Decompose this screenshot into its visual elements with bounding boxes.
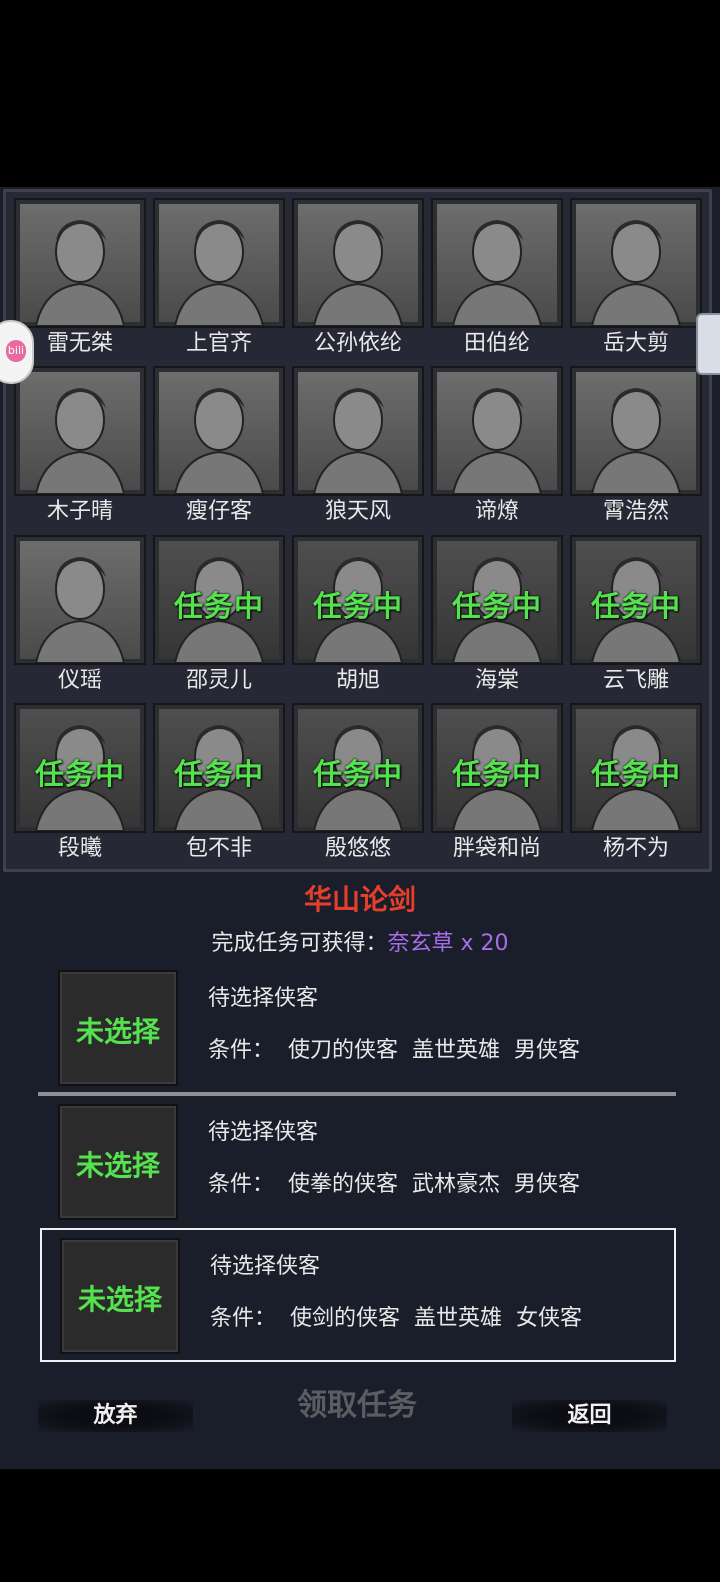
- hero-slot-1[interactable]: 未选择 待选择侠客 条件： 使刀的侠客 盖世英雄 男侠客: [40, 962, 676, 1096]
- hero-card[interactable]: 任务中 段曦: [14, 703, 150, 869]
- accept-label: 领取任务: [297, 1388, 417, 1423]
- hero-name: 段曦: [57, 836, 102, 861]
- hero-portrait: [292, 366, 424, 496]
- hero-name: 包不非: [185, 836, 252, 861]
- slot-conditions: 条件： 使拳的侠客 武林豪杰 男侠客: [208, 1172, 580, 1197]
- hero-portrait: 任务中: [431, 535, 563, 665]
- hero-name: 殷悠悠: [324, 836, 391, 861]
- slot-portrait-box[interactable]: 未选择: [58, 970, 178, 1086]
- task-title: 华山论剑: [303, 883, 416, 916]
- slot-portrait-box[interactable]: 未选择: [60, 1238, 180, 1354]
- reward-item: 奈玄草: [387, 931, 454, 956]
- slot-conditions: 条件： 使剑的侠客 盖世英雄 女侠客: [210, 1306, 582, 1331]
- hero-name: 木子晴: [46, 499, 113, 524]
- hero-portrait: 任务中: [153, 703, 285, 833]
- hero-card[interactable]: 任务中 杨不为: [570, 703, 706, 869]
- hero-card[interactable]: 上官齐: [153, 198, 289, 364]
- hero-card[interactable]: 任务中 海棠: [431, 535, 567, 701]
- hero-card[interactable]: 任务中 邵灵儿: [153, 535, 289, 701]
- hero-portrait: 任务中: [153, 535, 285, 665]
- abandon-button[interactable]: 放弃: [38, 1392, 193, 1438]
- hero-card[interactable]: 公孙依纶: [292, 198, 428, 364]
- hero-card[interactable]: 雷无桀: [14, 198, 150, 364]
- hero-name: 霄浩然: [602, 499, 669, 524]
- slot-portrait-box[interactable]: 未选择: [58, 1104, 178, 1220]
- hero-portrait: [570, 198, 702, 328]
- hero-name: 邵灵儿: [185, 668, 252, 693]
- hero-card[interactable]: 狼天风: [292, 366, 428, 532]
- hero-portrait: 任务中: [570, 703, 702, 833]
- hero-portrait: 任务中: [292, 703, 424, 833]
- hero-name: 仪瑶: [57, 668, 102, 693]
- hero-portrait: 任务中: [570, 535, 702, 665]
- side-tab-icon[interactable]: [696, 313, 720, 375]
- hero-card[interactable]: 木子晴: [14, 366, 150, 532]
- hero-card[interactable]: 岳大剪: [570, 198, 706, 364]
- busy-status-label: 任务中: [312, 757, 403, 791]
- hero-name: 云飞雕: [602, 668, 669, 693]
- hero-card[interactable]: 谛燎: [431, 366, 567, 532]
- slot-state: 未选择: [75, 1015, 160, 1048]
- hero-name: 公孙依纶: [313, 331, 402, 356]
- hero-name: 海棠: [474, 668, 519, 693]
- busy-status-label: 任务中: [451, 589, 542, 623]
- hero-name: 胖袋和尚: [452, 836, 541, 861]
- hero-card[interactable]: 任务中 云飞雕: [570, 535, 706, 701]
- busy-status-label: 任务中: [590, 757, 681, 791]
- hero-card[interactable]: 任务中 殷悠悠: [292, 703, 428, 869]
- hero-portrait: [153, 198, 285, 328]
- hero-card[interactable]: 任务中 胖袋和尚: [431, 703, 567, 869]
- busy-status-label: 任务中: [173, 589, 264, 623]
- hero-portrait: [431, 366, 563, 496]
- busy-status-label: 任务中: [451, 757, 542, 791]
- hero-portrait: [153, 366, 285, 496]
- task-reward: 完成任务可获得：奈玄草 x 20: [0, 925, 720, 957]
- hero-card[interactable]: 任务中 胡旭: [292, 535, 428, 701]
- slot-state: 未选择: [77, 1283, 162, 1316]
- hero-portrait: 任务中: [292, 535, 424, 665]
- back-label: 返回: [567, 1402, 612, 1428]
- slot-conditions: 条件： 使刀的侠客 盖世英雄 男侠客: [208, 1038, 580, 1063]
- hero-portrait: [14, 535, 146, 665]
- hero-name: 谛燎: [474, 499, 519, 524]
- hero-card[interactable]: 田伯纶: [431, 198, 567, 364]
- hero-portrait: 任务中: [431, 703, 563, 833]
- hero-name: 狼天风: [324, 499, 391, 524]
- hero-card[interactable]: 霄浩然: [570, 366, 706, 532]
- busy-status-label: 任务中: [312, 589, 403, 623]
- slot-title: 待选择侠客: [208, 1120, 319, 1145]
- hero-name: 岳大剪: [602, 331, 669, 356]
- hero-portrait: 任务中: [14, 703, 146, 833]
- slot-title: 待选择侠客: [210, 1254, 321, 1279]
- hero-name: 胡旭: [335, 668, 380, 693]
- reward-prefix: 完成任务可获得：: [211, 931, 388, 956]
- slot-title: 待选择侠客: [208, 986, 319, 1011]
- bilibili-badge-text: bili: [6, 340, 26, 362]
- back-button[interactable]: 返回: [512, 1392, 667, 1438]
- busy-status-label: 任务中: [590, 589, 681, 623]
- slot-state: 未选择: [75, 1149, 160, 1182]
- accept-task-button[interactable]: 领取任务: [232, 1383, 482, 1429]
- hero-slot-2[interactable]: 未选择 待选择侠客 条件： 使拳的侠客 武林豪杰 男侠客: [40, 1096, 676, 1230]
- hero-portrait: [570, 366, 702, 496]
- hero-portrait: [292, 198, 424, 328]
- reward-qty: x 20: [453, 931, 509, 956]
- hero-portrait: [431, 198, 563, 328]
- hero-card[interactable]: 仪瑶: [14, 535, 150, 701]
- hero-name: 瘦仔客: [185, 499, 252, 524]
- hero-portrait: [14, 366, 146, 496]
- hero-name: 上官齐: [185, 331, 252, 356]
- hero-portrait: [14, 198, 146, 328]
- hero-card[interactable]: 任务中 包不非: [153, 703, 289, 869]
- busy-status-label: 任务中: [173, 757, 264, 791]
- busy-status-label: 任务中: [34, 757, 125, 791]
- bilibili-float-icon[interactable]: bili: [0, 320, 34, 384]
- hero-card[interactable]: 瘦仔客: [153, 366, 289, 532]
- hero-name: 杨不为: [602, 836, 669, 861]
- abandon-label: 放弃: [93, 1402, 138, 1428]
- hero-slot-3[interactable]: 未选择 待选择侠客 条件： 使剑的侠客 盖世英雄 女侠客: [40, 1228, 676, 1362]
- hero-name: 田伯纶: [463, 331, 530, 356]
